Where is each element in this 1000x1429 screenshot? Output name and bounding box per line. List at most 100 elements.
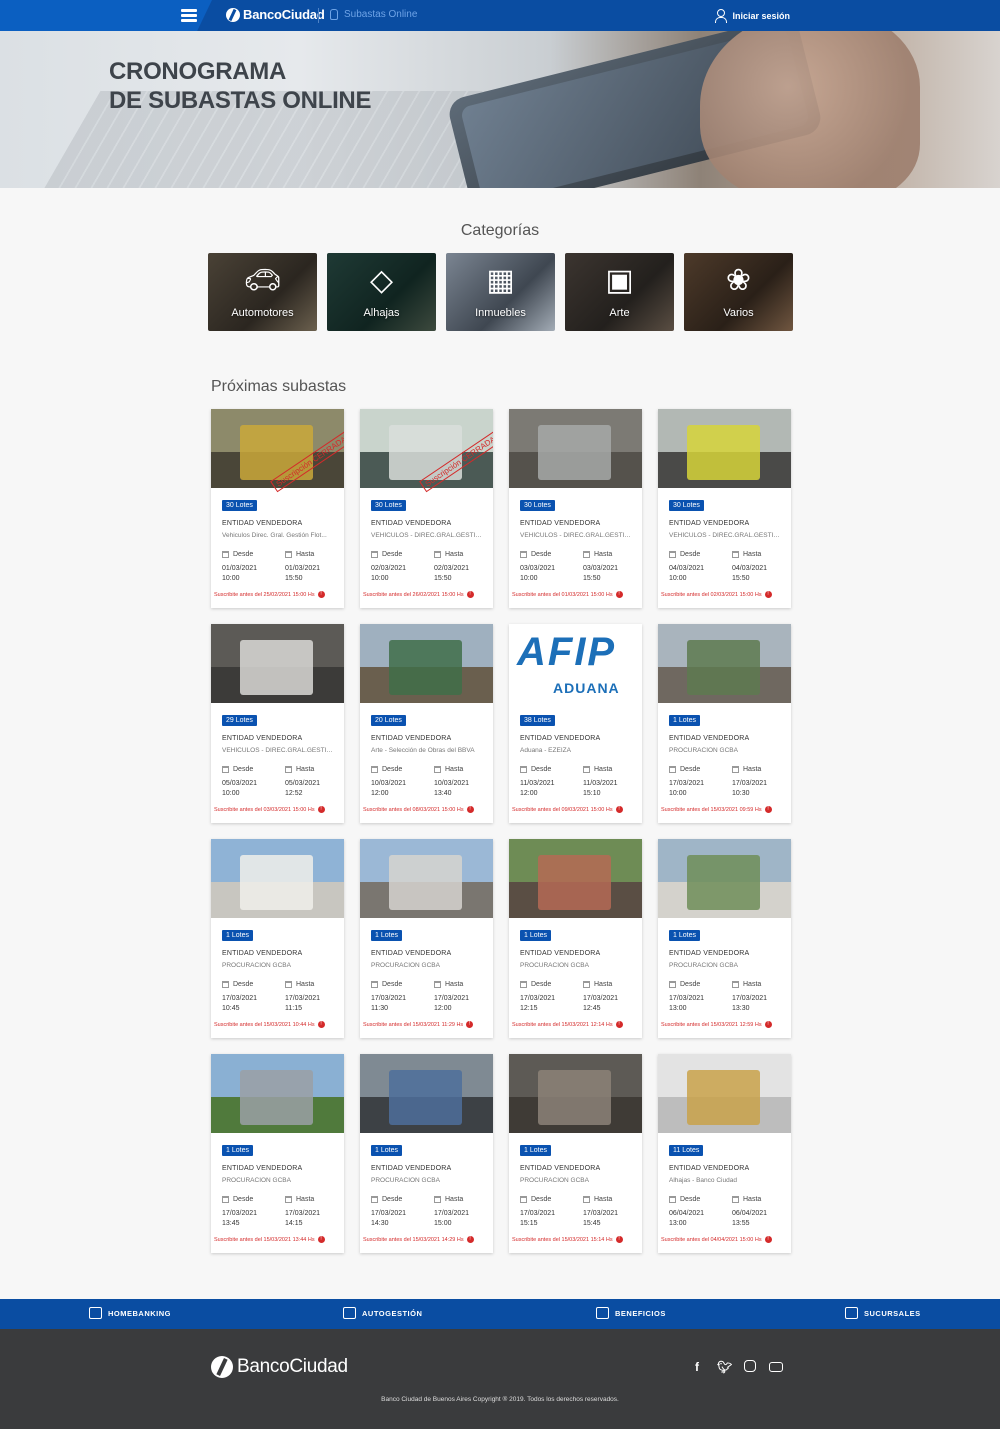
to-date: 11/03/2021: [583, 780, 618, 787]
auction-image[interactable]: [658, 1054, 791, 1133]
auction-image[interactable]: [360, 624, 493, 703]
auction-image[interactable]: [658, 409, 791, 488]
auction-card[interactable]: 1 Lotes ENTIDAD VENDEDORA PROCURACION GCBA…: [509, 1054, 642, 1253]
auction-card[interactable]: 1 Lotes ENTIDAD VENDEDORA PROCURACION GCBA…: [211, 1054, 344, 1253]
auction-card[interactable]: 1 Lotes ENTIDAD VENDEDORA PROCURACION GCBA…: [658, 839, 791, 1038]
info-icon[interactable]: !: [764, 591, 772, 598]
category-arte[interactable]: ▣ Arte: [565, 253, 674, 331]
category-inmuebles[interactable]: ▦ Inmuebles: [446, 253, 555, 331]
info-icon[interactable]: !: [615, 591, 623, 598]
to-label: Hasta: [583, 766, 612, 773]
auction-image[interactable]: [360, 1054, 493, 1133]
from-time: 10:00: [669, 575, 687, 582]
info-icon[interactable]: !: [317, 1236, 325, 1243]
auction-image[interactable]: [509, 409, 642, 488]
auction-image[interactable]: [211, 839, 344, 918]
info-icon[interactable]: !: [466, 591, 474, 598]
auction-card[interactable]: 29 Lotes ENTIDAD VENDEDORA VEHÍCULOS - DIR…: [211, 624, 344, 823]
to-label: Hasta: [732, 766, 761, 773]
to-date: 17/03/2021: [583, 995, 619, 1002]
brand-logo[interactable]: BancoCiudad: [226, 7, 325, 22]
lots-badge: 1 Lotes: [520, 1145, 551, 1156]
entity-name: VEHÍCULOS - DIREC.GRAL.GESTIO...: [222, 747, 334, 754]
auction-image[interactable]: [211, 624, 344, 703]
to-label-text: Hasta: [296, 1196, 315, 1203]
lots-badge: 38 Lotes: [520, 715, 555, 726]
auction-image[interactable]: AFIP ADUANA: [509, 624, 642, 703]
info-icon[interactable]: !: [615, 1021, 623, 1028]
calendar-icon: [371, 1196, 378, 1203]
from-time: 10:00: [371, 575, 389, 582]
nav-section-link[interactable]: Subastas Online: [330, 9, 417, 20]
auction-image[interactable]: [658, 624, 791, 703]
auction-image[interactable]: [211, 1054, 344, 1133]
from-date: 01/03/2021: [222, 565, 258, 572]
info-icon[interactable]: !: [317, 591, 325, 598]
info-icon[interactable]: !: [764, 1021, 772, 1028]
info-icon[interactable]: !: [317, 1021, 325, 1028]
calendar-icon: [732, 551, 739, 558]
auction-image[interactable]: [509, 839, 642, 918]
auction-card[interactable]: Suscripción CERRADA 30 Lotes ENTIDAD VENDE…: [360, 409, 493, 608]
auction-card[interactable]: 1 Lotes ENTIDAD VENDEDORA PROCURACION GCBA…: [509, 839, 642, 1038]
calendar-icon: [583, 766, 590, 773]
auction-card[interactable]: 30 Lotes ENTIDAD VENDEDORA VEHÍCULOS - DIR…: [658, 409, 791, 608]
touch-icon: [330, 9, 338, 20]
to-datetime: 17/03/2021 11:15: [285, 994, 320, 1014]
auction-card[interactable]: AFIP ADUANA 38 Lotes ENTIDAD VENDEDORA Aduan…: [509, 624, 642, 823]
to-time: 12:45: [583, 1005, 601, 1012]
youtube-icon[interactable]: [769, 1362, 783, 1372]
from-label-text: Desde: [233, 551, 254, 558]
auction-card[interactable]: Suscripción CERRADA 30 Lotes ENTIDAD VENDE…: [211, 409, 344, 608]
instagram-icon[interactable]: [744, 1360, 756, 1372]
footer-link-homebanking[interactable]: HOMEBANKING: [89, 1307, 171, 1319]
touch-icon: [343, 1307, 356, 1319]
login-button[interactable]: Iniciar sesión: [715, 9, 790, 23]
category-label: Varios: [723, 307, 754, 319]
info-icon[interactable]: !: [466, 806, 474, 813]
hamburger-menu-icon[interactable]: [181, 9, 197, 22]
auction-image[interactable]: [509, 1054, 642, 1133]
auction-card[interactable]: 30 Lotes ENTIDAD VENDEDORA VEHÍCULOS - DIR…: [509, 409, 642, 608]
from-time: 12:15: [520, 1005, 538, 1012]
entity-name: PROCURACION GCBA: [222, 1177, 291, 1184]
building-icon: ▦: [486, 264, 515, 297]
network-icon: ❀: [725, 264, 752, 297]
info-icon[interactable]: !: [764, 806, 772, 813]
info-icon[interactable]: !: [615, 1236, 623, 1243]
info-icon[interactable]: !: [466, 1021, 474, 1028]
to-date: 04/03/2021: [732, 565, 768, 572]
auction-card[interactable]: 11 Lotes ENTIDAD VENDEDORA Alhajas - Banco…: [658, 1054, 791, 1253]
footer-link-beneficios[interactable]: BENEFICIOS: [596, 1307, 666, 1319]
info-icon[interactable]: !: [615, 806, 623, 813]
auction-card[interactable]: 1 Lotes ENTIDAD VENDEDORA PROCURACION GCBA…: [360, 839, 493, 1038]
info-icon[interactable]: !: [317, 806, 325, 813]
auction-image[interactable]: [658, 839, 791, 918]
to-time: 14:15: [285, 1220, 303, 1227]
auction-card[interactable]: 20 Lotes ENTIDAD VENDEDORA Arte - Selecció…: [360, 624, 493, 823]
auction-card[interactable]: 1 Lotes ENTIDAD VENDEDORA PROCURACION GCBA…: [658, 624, 791, 823]
footer-logo[interactable]: BancoCiudad: [211, 1356, 348, 1378]
twitter-icon[interactable]: 🐦︎: [717, 1360, 732, 1374]
branch-icon: [845, 1307, 858, 1319]
auction-image[interactable]: [360, 839, 493, 918]
from-label: Desde: [371, 551, 402, 558]
calendar-icon: [583, 1196, 590, 1203]
from-label: Desde: [669, 551, 700, 558]
facebook-icon[interactable]: f: [690, 1360, 704, 1374]
category-automotores[interactable]: 🚗︎ Automotores: [208, 253, 317, 331]
auction-card[interactable]: 1 Lotes ENTIDAD VENDEDORA PROCURACION GCBA…: [360, 1054, 493, 1253]
entity-label: ENTIDAD VENDEDORA: [222, 1165, 303, 1172]
category-alhajas[interactable]: ◇ Alhajas: [327, 253, 436, 331]
footer-link-autogestion[interactable]: AUTOGESTIÓN: [343, 1307, 422, 1319]
info-icon[interactable]: !: [764, 1236, 772, 1243]
from-label: Desde: [520, 551, 551, 558]
to-date: 17/03/2021: [434, 1210, 470, 1217]
info-icon[interactable]: !: [466, 1236, 474, 1243]
footer-link-sucursales[interactable]: SUCURSALES: [845, 1307, 921, 1319]
category-varios[interactable]: ❀ Varios: [684, 253, 793, 331]
frame-icon: ▣: [605, 264, 634, 297]
to-time: 15:50: [285, 575, 303, 582]
auction-card[interactable]: 1 Lotes ENTIDAD VENDEDORA PROCURACION GCBA…: [211, 839, 344, 1038]
from-date: 17/03/2021: [222, 1210, 258, 1217]
